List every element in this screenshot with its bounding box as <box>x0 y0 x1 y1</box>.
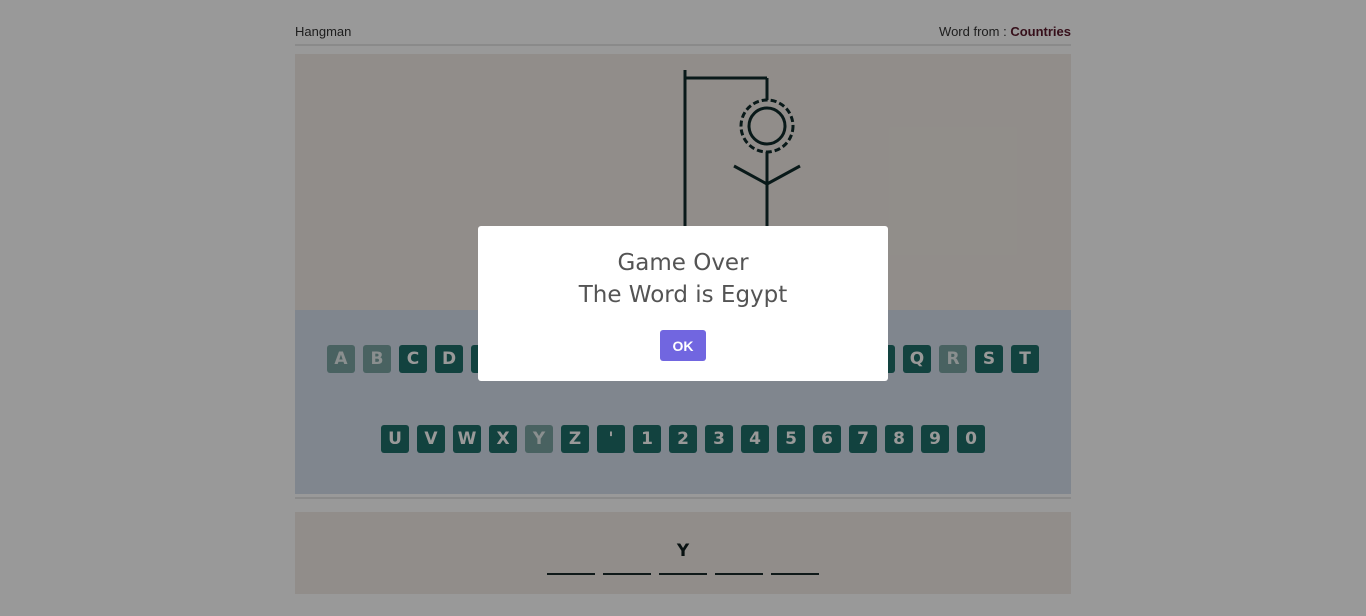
dialog-title: Game Over <box>617 250 749 276</box>
ok-button[interactable]: OK <box>660 330 706 361</box>
dialog-message: The Word is Egypt <box>578 282 788 308</box>
game-over-dialog: Game Over The Word is Egypt OK <box>478 226 888 381</box>
